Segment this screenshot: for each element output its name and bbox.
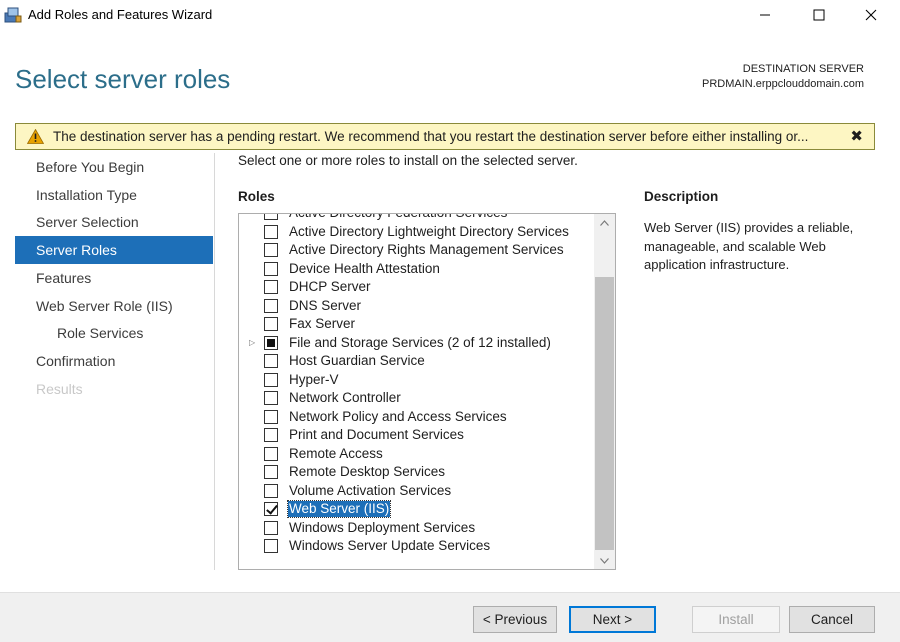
nav-item-confirmation[interactable]: Confirmation (15, 347, 213, 375)
role-label[interactable]: File and Storage Services (2 of 12 insta… (288, 335, 552, 351)
role-checkbox[interactable] (264, 224, 278, 239)
role-label[interactable]: Windows Deployment Services (288, 520, 476, 536)
role-checkbox[interactable] (264, 214, 278, 220)
role-row[interactable]: Remote Desktop Services (239, 463, 594, 482)
role-row[interactable]: Hyper-V (239, 371, 594, 390)
role-label[interactable]: Volume Activation Services (288, 483, 452, 499)
role-row[interactable]: DNS Server (239, 297, 594, 316)
next-button[interactable]: Next > (569, 606, 656, 633)
roles-scrollbar[interactable] (594, 214, 615, 569)
role-label[interactable]: Active Directory Rights Management Servi… (288, 242, 565, 258)
nav-item-role-services[interactable]: Role Services (15, 319, 213, 347)
role-label[interactable]: Network Controller (288, 390, 402, 406)
role-checkbox[interactable] (264, 354, 278, 368)
close-icon[interactable] (848, 0, 894, 30)
nav-item-installation-type[interactable]: Installation Type (15, 181, 213, 209)
role-checkbox[interactable] (264, 409, 278, 424)
wizard-footer: < Previous Next > Install Cancel (0, 592, 900, 642)
role-checkbox[interactable] (264, 317, 278, 331)
role-label[interactable]: Network Policy and Access Services (288, 409, 508, 425)
scroll-thumb[interactable] (595, 277, 614, 550)
nav-item-web-server-role[interactable]: Web Server Role (IIS) (15, 292, 213, 320)
role-row[interactable]: Print and Document Services (239, 426, 594, 445)
role-label[interactable]: Fax Server (288, 316, 356, 332)
nav-item-server-selection[interactable]: Server Selection (15, 208, 213, 236)
pending-restart-warning: The destination server has a pending res… (15, 123, 875, 150)
instruction-text: Select one or more roles to install on t… (238, 153, 578, 168)
role-checkbox[interactable] (264, 280, 278, 294)
role-row[interactable]: Active Directory Lightweight Directory S… (239, 223, 594, 242)
role-row[interactable]: Network Policy and Access Services (239, 408, 594, 427)
role-row[interactable]: Fax Server (239, 315, 594, 334)
role-label[interactable]: DHCP Server (288, 279, 372, 295)
role-checkbox[interactable] (264, 298, 278, 313)
role-row[interactable]: Active Directory Rights Management Servi… (239, 241, 594, 260)
role-checkbox[interactable] (264, 502, 278, 516)
nav-item-results: Results (36, 380, 83, 397)
role-checkbox[interactable] (264, 243, 278, 257)
role-row[interactable]: Windows Deployment Services (239, 519, 594, 538)
title-bar: Add Roles and Features Wizard (0, 0, 900, 30)
maximize-icon[interactable] (796, 0, 842, 30)
window-title: Add Roles and Features Wizard (28, 7, 213, 22)
page-title: Select server roles (15, 64, 231, 94)
role-row[interactable]: Web Server (IIS) (239, 500, 594, 519)
role-checkbox[interactable] (264, 391, 278, 405)
role-checkbox[interactable] (264, 261, 278, 276)
nav-item-features[interactable]: Features (15, 264, 213, 292)
role-label[interactable]: Device Health Attestation (288, 261, 441, 277)
role-label[interactable]: Windows Server Update Services (288, 538, 491, 554)
role-checkbox[interactable] (264, 446, 278, 461)
role-row[interactable]: DHCP Server (239, 278, 594, 297)
previous-button[interactable]: < Previous (473, 606, 557, 633)
role-label[interactable]: Hyper-V (288, 372, 340, 388)
role-checkbox[interactable] (264, 483, 278, 498)
server-manager-icon (4, 6, 22, 24)
role-row[interactable]: Windows Server Update Services (239, 537, 594, 556)
nav-item-server-roles[interactable]: Server Roles (15, 236, 213, 265)
role-row[interactable]: Volume Activation Services (239, 482, 594, 501)
role-row[interactable]: Remote Access (239, 445, 594, 464)
role-row[interactable]: Network Controller (239, 389, 594, 408)
expand-arrow-icon[interactable]: ▷ (249, 338, 255, 347)
scroll-up-icon[interactable] (594, 214, 615, 231)
role-label[interactable]: Active Directory Federation Services (288, 214, 508, 221)
role-label[interactable]: Remote Desktop Services (288, 464, 446, 480)
role-checkbox[interactable] (264, 372, 278, 387)
roles-list-items: Active Directory Federation Services Acti… (239, 214, 594, 569)
role-label[interactable]: DNS Server (288, 298, 362, 314)
scroll-down-icon[interactable] (594, 552, 615, 569)
cancel-button[interactable]: Cancel (789, 606, 875, 633)
install-button: Install (692, 606, 780, 633)
minimize-icon[interactable] (742, 0, 788, 30)
role-row[interactable]: ▷ File and Storage Services (2 of 12 inst… (239, 334, 594, 353)
role-checkbox[interactable] (264, 428, 278, 442)
destination-server-name: PRDMAIN.erppclouddomain.com (701, 78, 864, 90)
role-row[interactable]: Device Health Attestation (239, 260, 594, 279)
roles-heading: Roles (238, 189, 275, 204)
wizard-header: Select server roles DESTINATION SERVER P… (0, 30, 900, 120)
role-checkbox[interactable] (264, 520, 278, 535)
role-checkbox[interactable] (264, 539, 278, 553)
destination-server-label: DESTINATION SERVER (742, 63, 864, 75)
role-label[interactable]: Web Server (IIS) (286, 500, 392, 518)
navigation-divider (214, 153, 215, 570)
roles-list[interactable]: Active Directory Federation Services Acti… (238, 213, 616, 570)
description-heading: Description (644, 189, 719, 204)
description-text: Web Server (IIS) provides a reliable, ma… (644, 220, 854, 272)
role-label[interactable]: Print and Document Services (288, 427, 465, 443)
role-row[interactable]: Host Guardian Service (239, 352, 594, 371)
warning-text: The destination server has a pending res… (53, 129, 809, 144)
role-label[interactable]: Active Directory Lightweight Directory S… (288, 224, 570, 240)
warning-triangle-icon (26, 128, 45, 144)
warning-close-icon[interactable]: ✖ (850, 127, 863, 145)
role-row[interactable]: Active Directory Federation Services (239, 214, 594, 223)
role-label[interactable]: Remote Access (288, 446, 384, 462)
role-label[interactable]: Host Guardian Service (288, 353, 426, 369)
role-checkbox[interactable] (264, 335, 278, 350)
nav-item-before-you-begin[interactable]: Before You Begin (15, 153, 213, 181)
role-checkbox[interactable] (264, 465, 278, 479)
